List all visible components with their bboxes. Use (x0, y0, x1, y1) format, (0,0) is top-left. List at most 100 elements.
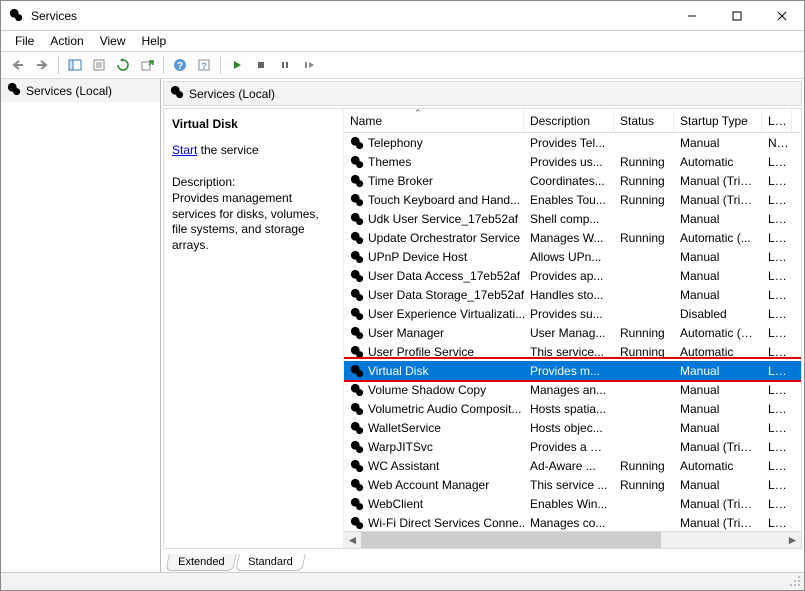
scroll-track[interactable] (361, 532, 784, 549)
forward-button[interactable] (31, 54, 53, 76)
stop-service-button[interactable] (250, 54, 272, 76)
view-tabs: Extended Standard (161, 550, 804, 572)
gear-icon (350, 288, 364, 302)
service-row[interactable]: User Data Access_17eb52afProvides ap...M… (344, 266, 801, 285)
service-row[interactable]: User ManagerUser Manag...RunningAutomati… (344, 323, 801, 342)
service-startup-cell: Manual (674, 267, 762, 285)
refresh-button[interactable] (112, 54, 134, 76)
minimize-button[interactable] (669, 1, 714, 30)
gear-icon (350, 174, 364, 188)
pause-service-button[interactable] (274, 54, 296, 76)
service-row[interactable]: Udk User Service_17eb52afShell comp...Ma… (344, 209, 801, 228)
gear-icon (350, 136, 364, 150)
service-name-cell: Udk User Service_17eb52af (368, 212, 518, 226)
column-header-status[interactable]: Status (614, 110, 674, 132)
titlebar: Services (1, 1, 804, 31)
help-topics-button[interactable]: ? (193, 54, 215, 76)
service-desc-cell: Handles sto... (524, 286, 614, 304)
service-row[interactable]: Wi-Fi Direct Services Conne...Manages co… (344, 513, 801, 531)
services-rows-container[interactable]: TelephonyProvides Tel...ManualNetThemesP… (344, 133, 801, 531)
right-pane-header: Services (Local) (163, 81, 802, 106)
gear-icon (350, 345, 364, 359)
back-button[interactable] (7, 54, 29, 76)
gear-icon (350, 155, 364, 169)
maximize-button[interactable] (714, 1, 759, 30)
svg-text:?: ? (177, 61, 183, 72)
tab-extended[interactable]: Extended (165, 554, 237, 571)
right-pane: Services (Local) Virtual Disk Start the … (161, 79, 804, 572)
service-row[interactable]: TelephonyProvides Tel...ManualNet (344, 133, 801, 152)
service-desc-cell: Provides Tel... (524, 134, 614, 152)
service-row[interactable]: Update Orchestrator ServiceManages W...R… (344, 228, 801, 247)
svg-text:?: ? (201, 61, 207, 71)
service-row[interactable]: WalletServiceHosts objec...ManualLoc (344, 418, 801, 437)
start-service-link[interactable]: Start (172, 143, 197, 157)
service-logon-cell: Loc (762, 495, 792, 513)
tab-standard[interactable]: Standard (236, 554, 306, 571)
gear-icon (350, 269, 364, 283)
scroll-left-button[interactable]: ◄ (344, 532, 361, 549)
service-status-cell: Running (614, 343, 674, 361)
service-status-cell (614, 369, 674, 373)
service-row[interactable]: UPnP Device HostAllows UPn...ManualLoc (344, 247, 801, 266)
scroll-thumb[interactable] (361, 532, 661, 549)
service-startup-cell: Manual (674, 248, 762, 266)
separator (220, 56, 221, 74)
separator (163, 56, 164, 74)
service-row[interactable]: WC AssistantAd-Aware ...RunningAutomatic… (344, 456, 801, 475)
column-headers: ⌃ Name Description Status Startup Type L… (344, 109, 801, 133)
service-row[interactable]: User Data Storage_17eb52afHandles sto...… (344, 285, 801, 304)
close-button[interactable] (759, 1, 804, 30)
service-row[interactable]: Web Account ManagerThis service ...Runni… (344, 475, 801, 494)
service-row[interactable]: Volume Shadow CopyManages an...ManualLoc (344, 380, 801, 399)
selected-service-name: Virtual Disk (172, 117, 335, 131)
service-name-cell: Telephony (368, 136, 423, 150)
tree-root-label: Services (Local) (26, 84, 112, 98)
menu-help[interactable]: Help (134, 32, 175, 50)
properties-button[interactable] (88, 54, 110, 76)
gear-icon (350, 212, 364, 226)
service-name-cell: Update Orchestrator Service (368, 231, 520, 245)
menu-file[interactable]: File (7, 32, 42, 50)
restart-service-button[interactable] (298, 54, 320, 76)
help-button[interactable]: ? (169, 54, 191, 76)
detail-pane: Virtual Disk Start the service Descripti… (164, 109, 344, 548)
gear-icon (350, 440, 364, 454)
service-status-cell (614, 312, 674, 316)
service-row[interactable]: Volumetric Audio Composit...Hosts spatia… (344, 399, 801, 418)
service-row[interactable]: User Profile ServiceThis service...Runni… (344, 342, 801, 361)
column-header-description[interactable]: Description (524, 110, 614, 132)
service-logon-cell: Loc (762, 476, 792, 494)
service-row[interactable]: Touch Keyboard and Hand...Enables Tou...… (344, 190, 801, 209)
service-logon-cell: Loc (762, 419, 792, 437)
service-name-cell: User Data Access_17eb52af (368, 269, 520, 283)
resize-grip-icon[interactable] (790, 576, 802, 588)
app-icon (9, 8, 25, 24)
service-row[interactable]: Virtual DiskProvides m...ManualLoc (344, 361, 801, 380)
tree-root-services-local[interactable]: Services (Local) (1, 79, 160, 102)
service-name-cell: User Manager (368, 326, 444, 340)
start-service-button[interactable] (226, 54, 248, 76)
service-desc-cell: Shell comp... (524, 210, 614, 228)
gear-icon (350, 402, 364, 416)
horizontal-scrollbar[interactable]: ◄ ► (344, 531, 801, 548)
service-logon-cell: Loc (762, 191, 792, 209)
service-row[interactable]: Time BrokerCoordinates...RunningManual (… (344, 171, 801, 190)
column-header-logon[interactable]: Log (762, 110, 792, 132)
scroll-right-button[interactable]: ► (784, 532, 801, 549)
service-row[interactable]: WebClientEnables Win...Manual (Trig...Lo… (344, 494, 801, 513)
column-header-startup[interactable]: Startup Type (674, 110, 762, 132)
service-row[interactable]: ThemesProvides us...RunningAutomaticLoc (344, 152, 801, 171)
right-header-label: Services (Local) (189, 87, 275, 101)
service-row[interactable]: WarpJITSvcProvides a JI...Manual (Trig..… (344, 437, 801, 456)
service-row[interactable]: User Experience Virtualizati...Provides … (344, 304, 801, 323)
export-button[interactable] (136, 54, 158, 76)
service-name-cell: Web Account Manager (368, 478, 489, 492)
menu-action[interactable]: Action (42, 32, 91, 50)
show-hide-tree-button[interactable] (64, 54, 86, 76)
service-startup-cell: Manual (674, 286, 762, 304)
menu-view[interactable]: View (92, 32, 134, 50)
service-logon-cell: Loc (762, 267, 792, 285)
right-content: Virtual Disk Start the service Descripti… (163, 108, 802, 549)
column-header-name[interactable]: Name (344, 110, 524, 132)
